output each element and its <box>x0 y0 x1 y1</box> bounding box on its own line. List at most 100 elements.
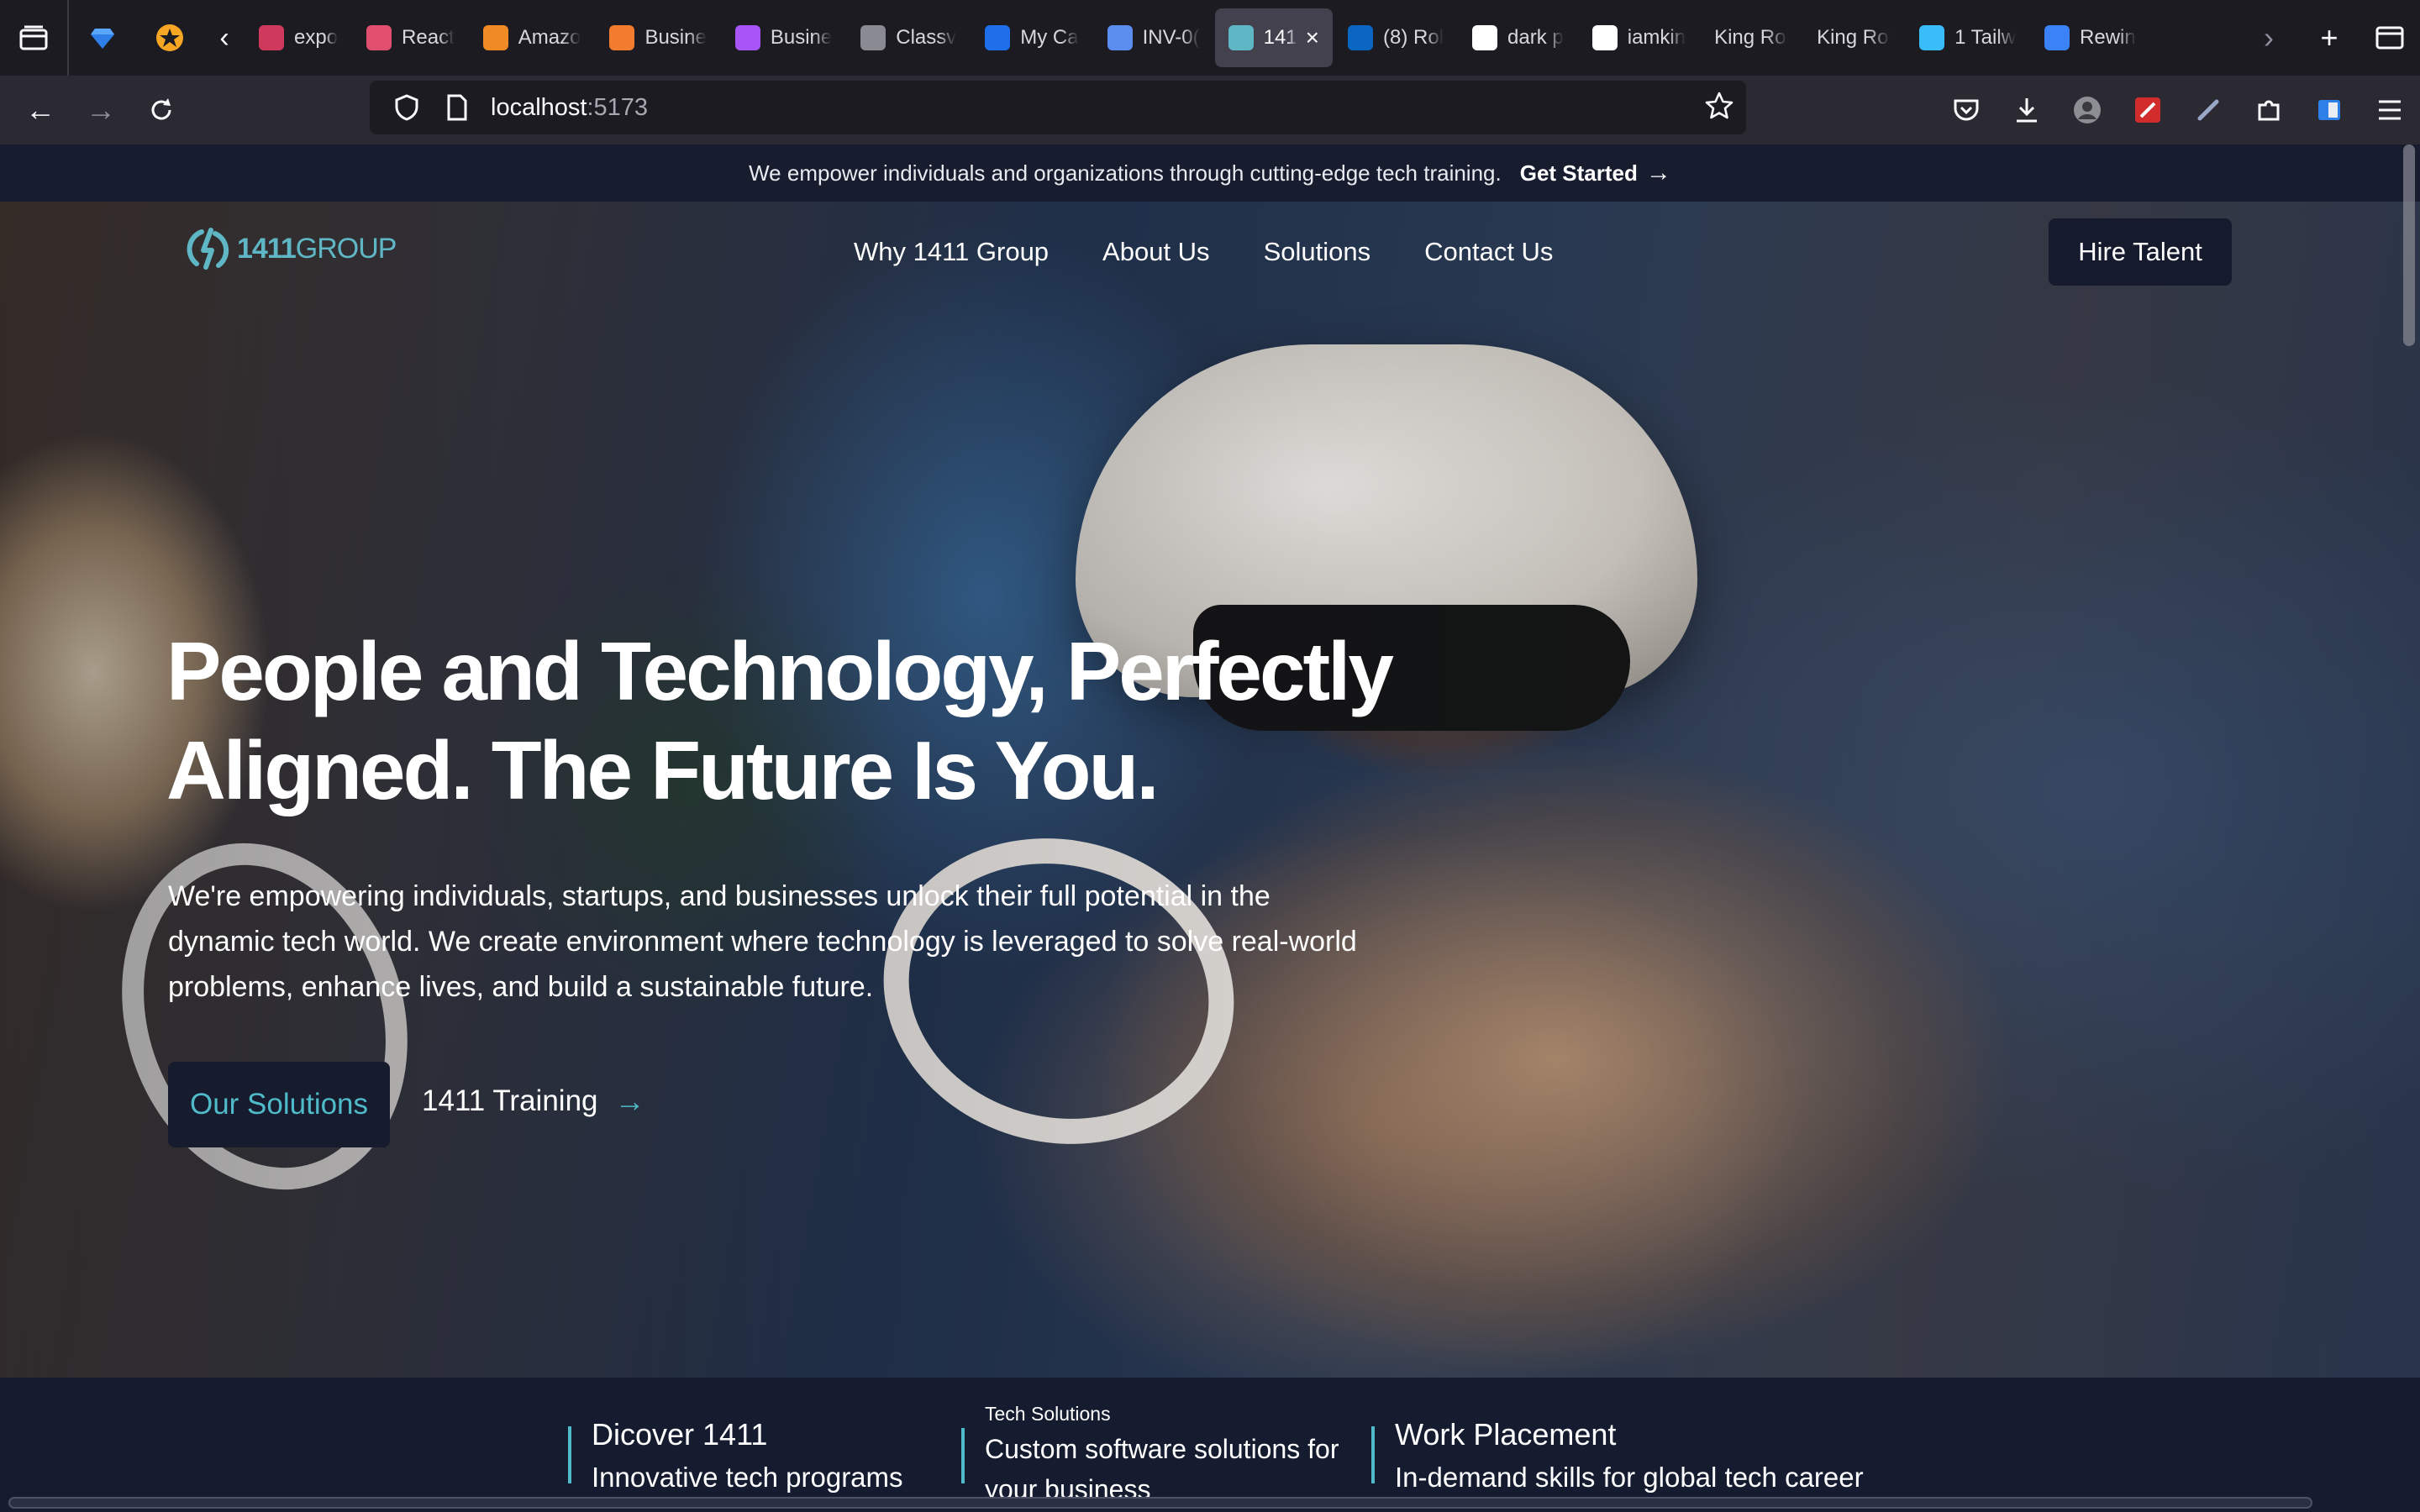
url-port: :5173 <box>587 93 649 121</box>
get-started-label: Get Started <box>1519 160 1638 186</box>
browser-tab-bar: ‹ expo React Amazo Busine Busine Classv My Ca I… <box>0 0 2420 76</box>
close-tab-icon[interactable]: × <box>1306 24 1319 51</box>
back-button[interactable]: ← <box>10 76 71 144</box>
business-icon <box>734 25 760 50</box>
our-solutions-button[interactable]: Our Solutions <box>168 1062 390 1147</box>
browser-tab[interactable]: Classv <box>847 8 970 67</box>
browser-tab[interactable]: Rewin <box>2031 8 2149 67</box>
page-info-button[interactable] <box>432 94 482 121</box>
diamond-icon <box>91 29 114 49</box>
tab-title: dark p <box>1507 26 1564 49</box>
1411-logo-icon <box>187 228 229 270</box>
feature-title: Dicover 1411 <box>592 1417 768 1452</box>
forward-button[interactable]: → <box>71 76 131 144</box>
plus-icon: + <box>2320 20 2338 55</box>
logo-number: 1411 <box>237 232 297 265</box>
browser-tab[interactable]: React <box>353 8 468 67</box>
browser-tab[interactable]: dark p <box>1459 8 1577 67</box>
address-bar[interactable]: localhost:5173 <box>370 81 1746 134</box>
downloads-button[interactable] <box>1996 76 2057 144</box>
tabs-scroll-right-button[interactable]: › <box>2238 0 2299 76</box>
tracking-protection-button[interactable] <box>381 94 432 121</box>
tab-tray-button[interactable] <box>0 0 69 76</box>
menu-button[interactable] <box>2360 76 2420 144</box>
arrow-right-icon: → <box>86 92 116 127</box>
tailwind-icon <box>1919 25 1945 50</box>
feature-work-placement: Work Placement In-demand skills for glob… <box>1371 1420 1864 1491</box>
extension-red-button[interactable] <box>2118 76 2178 144</box>
new-tab-button[interactable]: + <box>2299 0 2360 76</box>
list-all-tabs-button[interactable] <box>2360 0 2420 76</box>
browser-tab[interactable]: King Robe <box>1803 8 1904 67</box>
react-icon <box>366 25 392 50</box>
browser-tab[interactable]: Amazo <box>470 8 595 67</box>
browser-tab[interactable]: Busine <box>722 8 845 67</box>
pinned-tab-star[interactable] <box>136 0 203 76</box>
hire-talent-button[interactable]: Hire Talent <box>2049 218 2232 286</box>
reload-icon <box>151 98 171 120</box>
reload-button[interactable] <box>131 76 192 144</box>
nav-link-about-us[interactable]: About Us <box>1102 237 1210 267</box>
sidebar-button[interactable] <box>2299 76 2360 144</box>
pinned-tab-diamond[interactable] <box>69 0 136 76</box>
browser-tab[interactable]: Busine <box>596 8 719 67</box>
feature-discover: Dicover 1411 Innovative tech programs <box>568 1420 903 1491</box>
tab-title: iamkin <box>1627 26 1686 49</box>
browser-tab[interactable]: 1 Tailw <box>1906 8 2029 67</box>
page-icon <box>447 94 467 121</box>
nav-link-contact-us[interactable]: Contact Us <box>1424 237 1553 267</box>
arrow-right-icon: → <box>614 1084 645 1118</box>
tab-title: Busine <box>644 26 707 49</box>
extensions-button[interactable] <box>2238 76 2299 144</box>
pocket-button[interactable] <box>1936 76 1996 144</box>
nav-link-why-1411-group[interactable]: Why 1411 Group <box>854 237 1049 267</box>
vertical-scrollbar[interactable] <box>2403 144 2415 346</box>
account-button[interactable] <box>2057 76 2118 144</box>
browser-tab[interactable]: 141 × <box>1214 8 1334 67</box>
tab-strip: expo React Amazo Busine Busine Classv My Ca INV… <box>245 0 2238 76</box>
training-link[interactable]: 1411 Training → <box>422 1084 645 1119</box>
aws-icon <box>482 25 508 50</box>
extension-pen-button[interactable] <box>2178 76 2238 144</box>
hero-title-line-2: Aligned. The Future Is You. <box>166 724 1160 816</box>
tab-title: 141 <box>1263 26 1297 49</box>
browser-tab[interactable]: expo <box>245 8 351 67</box>
get-started-link[interactable]: Get Started → <box>1520 159 1671 187</box>
main-navigation: Why 1411 Group About Us Solutions Contac… <box>854 237 1607 267</box>
site-header: 1411GROUP Why 1411 Group About Us Soluti… <box>0 202 2420 302</box>
expo-icon <box>259 25 284 50</box>
browser-nav-bar: ← → localhost:5173 <box>0 76 2420 144</box>
feature-title: Work Placement <box>1395 1417 1617 1452</box>
browser-tab[interactable]: (8) Rol <box>1334 8 1457 67</box>
browser-tab[interactable]: My Ca <box>971 8 1092 67</box>
github-icon <box>1591 25 1618 50</box>
tab-title: Busine <box>770 26 833 49</box>
tab-title: My Ca <box>1020 26 1079 49</box>
window-icon <box>2375 26 2404 50</box>
classroom-icon <box>860 25 886 50</box>
pen-icon <box>2197 99 2219 121</box>
site-logo[interactable]: 1411GROUP <box>185 225 397 272</box>
hero-subtitle: We're empowering individuals, startups, … <box>168 880 1357 1003</box>
logo-word: GROUP <box>295 232 397 265</box>
hero-section: 1411GROUP Why 1411 Group About Us Soluti… <box>0 202 2420 1378</box>
announcement-bar: We empower individuals and organizations… <box>0 144 2420 202</box>
horizontal-scrollbar[interactable] <box>8 1497 2312 1509</box>
tab-title: Classv <box>896 26 957 49</box>
pocket-icon <box>1954 99 1979 121</box>
tab-tray-icon <box>19 25 48 50</box>
extension-red-icon <box>2135 97 2160 123</box>
bookmark-star-button[interactable] <box>1704 91 1734 125</box>
browser-tab[interactable]: INV-0( <box>1094 8 1213 67</box>
url-text: localhost:5173 <box>491 94 648 122</box>
dot-icon <box>2044 25 2070 50</box>
tab-title: expo <box>294 26 339 49</box>
business-icon <box>609 25 635 50</box>
nav-link-solutions[interactable]: Solutions <box>1264 237 1371 267</box>
arrow-right-icon: → <box>1645 159 1671 186</box>
logo-wordmark: 1411GROUP <box>237 232 397 265</box>
browser-tab[interactable]: iamkin <box>1579 8 1699 67</box>
tabs-scroll-left-button[interactable]: ‹ <box>203 0 245 76</box>
browser-tab[interactable]: King Robe <box>1701 8 1802 67</box>
tab-title: 1 Tailw <box>1954 26 2017 49</box>
